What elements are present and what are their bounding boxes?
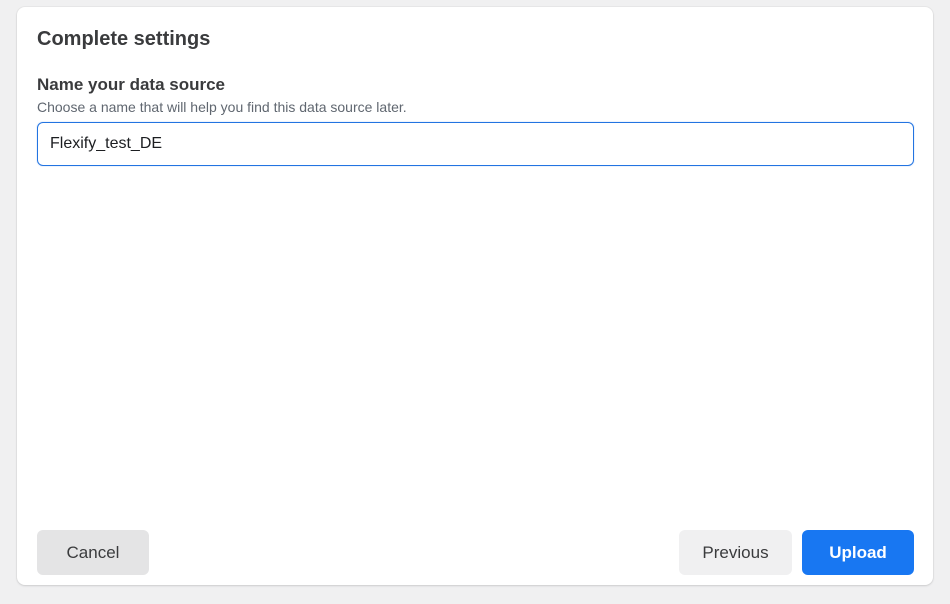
data-source-name-label: Name your data source [37, 75, 226, 94]
settings-dialog: Complete settings Name your data source … [17, 7, 933, 585]
previous-button[interactable]: Previous [679, 530, 792, 575]
dialog-title: Complete settings [37, 28, 211, 50]
data-source-name-help-text: Choose a name that will help you find th… [37, 99, 407, 115]
cancel-button[interactable]: Cancel [37, 530, 149, 575]
data-source-name-input[interactable] [37, 122, 914, 166]
upload-button[interactable]: Upload [802, 530, 914, 575]
